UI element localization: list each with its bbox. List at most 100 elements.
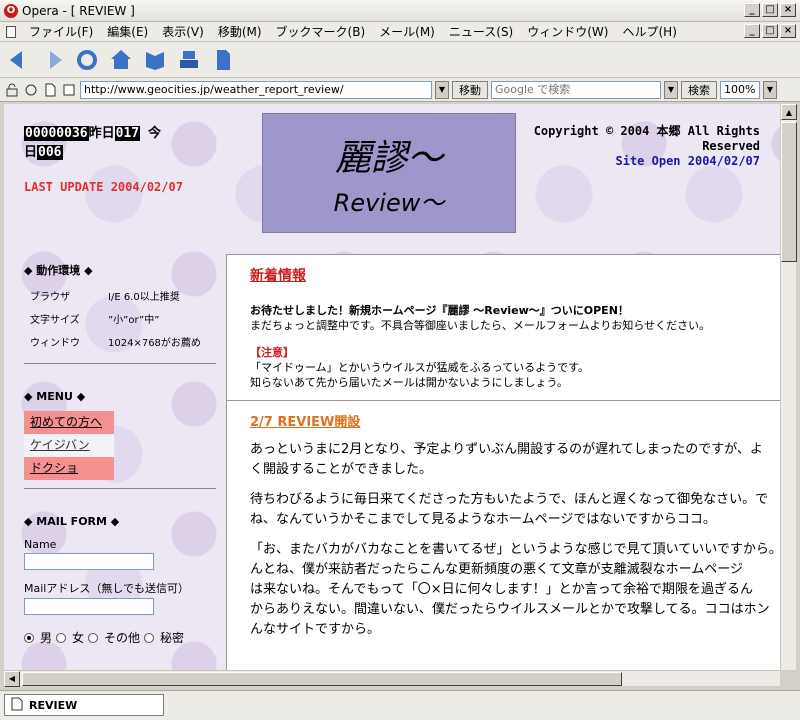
menu-link-reading[interactable]: ドクショ [24,457,114,480]
scroll-thumb[interactable] [781,122,797,262]
menu-link-beginners[interactable]: 初めての方へ [24,411,114,434]
address-toolbar: ▼ 移動 ▼ 検索 ▼ [0,78,800,102]
divider [24,363,216,364]
env-key: ブラウザ [30,292,70,303]
title-bar: O Opera - [ REVIEW ] _ □ × [0,0,800,22]
caution-line: 知らないあて先から届いたメールは開かないようにしましょう。 [250,376,568,389]
radio-label: 男 [40,631,53,645]
print-icon[interactable] [176,47,202,73]
menu-view[interactable]: 表示(V) [155,23,211,40]
counter-today-label-b: 日 [24,145,38,160]
radio-label: 女 [72,631,85,645]
sidebar: ◆ 動作環境 ◆ ブラウザ I/E 6.0以上推奨 文字サイズ ”小”or”中”… [24,262,216,646]
menu-bookmarks[interactable]: ブックマーク(B) [269,23,373,40]
scroll-up-icon[interactable]: ▲ [781,104,797,120]
env-value: ”小”or”中” [108,315,160,326]
menu-help[interactable]: ヘルプ(H) [615,23,683,40]
page-tab-icon [11,697,23,714]
env-row: ウィンドウ 1024×768がお薦め [24,332,216,355]
name-field[interactable] [24,553,154,570]
radio-other[interactable] [88,632,99,643]
env-key: ウィンドウ [30,338,80,349]
tab-bar: REVIEW [0,690,800,720]
blog-paragraph: あっというまに2月となり、予定よりずいぶん開設するのが遅れてしまったのですが、よ… [250,442,763,477]
page-viewport: 00000036昨日017 今日006 LAST UPDATE 2004/02/… [4,104,780,670]
horizontal-scrollbar[interactable]: ◀ [4,670,780,687]
caution-title: 【注意】 [250,346,294,359]
last-update: LAST UPDATE 2004/02/07 [24,180,183,194]
env-key: 文字サイズ [30,315,80,326]
menu-window[interactable]: ウィンドウ(W) [520,23,615,40]
go-button[interactable]: 移動 [452,80,488,99]
maximize-button[interactable]: □ [762,3,778,17]
hotlist-icon[interactable] [142,47,168,73]
env-value: I/E 6.0以上推奨 [108,292,180,303]
minimize-button[interactable]: _ [744,3,760,17]
mail-form-heading: ◆ MAIL FORM ◆ [24,515,120,528]
menu-file[interactable]: ファイル(F) [22,23,100,40]
blog-title[interactable]: 2/7 REVIEW開設 [250,411,360,430]
copyright: Copyright © 2004 本郷 All Rights Reserved … [520,124,760,169]
doc-close-button[interactable]: × [780,24,796,38]
menu-bar: ファイル(F) 編集(E) 表示(V) 移動(M) ブックマーク(B) メール(… [0,22,800,42]
document-icon [6,25,16,38]
radio-label: その他 [104,631,141,645]
security-icon[interactable] [4,82,20,98]
env-value: 1024×768がお薦め [108,338,201,349]
tab-review[interactable]: REVIEW [4,694,164,716]
page-icon[interactable] [210,47,236,73]
site-open-date: Site Open 2004/02/07 [615,154,761,168]
search-input[interactable] [491,80,661,99]
main-content: 新着情報 お待たせしました！新規ホームページ『麗謬 ～Review～』ついにOP… [226,254,780,670]
menu-news[interactable]: ニュース(S) [442,23,520,40]
env-heading: ◆ 動作環境 ◆ [24,264,93,277]
counter-yesterday: 017 [114,126,141,141]
counter-total: 00000036 [24,126,89,141]
caution-line: 「マイドゥーム」とかいうウイルスが猛威をふるっているようです。 [250,361,590,374]
radio-secret[interactable] [144,632,155,643]
news-section: 新着情報 お待たせしました！新規ホームページ『麗謬 ～Review～』ついにOP… [227,255,780,401]
menu-heading: ◆ MENU ◆ [24,390,86,403]
scroll-left-icon[interactable]: ◀ [4,670,20,687]
window-title: Opera - [ REVIEW ] [22,3,135,18]
vertical-scrollbar[interactable]: ▲ [780,104,797,670]
doc-minimize-button[interactable]: _ [744,24,760,38]
counter-yesterday-label: 昨日 [88,126,115,141]
address-input[interactable] [80,80,432,99]
reload-icon[interactable] [74,47,100,73]
site-logo: 麗謬～ Review～ [262,113,516,233]
news-title[interactable]: 新着情報 [250,265,306,285]
logo-subtitle: Review～ [333,188,445,217]
zoom-dropdown-icon[interactable]: ▼ [763,80,777,99]
back-icon[interactable] [6,47,32,73]
opera-logo-icon: O [4,3,18,18]
radio-female[interactable] [56,632,67,643]
close-button[interactable]: × [780,3,796,17]
zoom-select[interactable] [720,80,760,99]
email-field[interactable] [24,598,154,615]
copyright-text: Copyright © 2004 本郷 All Rights Reserved [533,124,760,153]
doc-restore-button[interactable]: □ [762,24,778,38]
search-dropdown-icon[interactable]: ▼ [664,80,678,99]
counter-today-label-a: 今 [147,126,161,141]
scroll-thumb-horizontal[interactable] [22,671,622,686]
menu-mail[interactable]: メール(M) [372,23,442,40]
forward-icon[interactable] [40,47,66,73]
news-headline: お待たせしました！新規ホームページ『麗謬 ～Review～』ついにOPEN！ [250,304,629,317]
page-info-icon[interactable] [42,82,58,98]
home-icon[interactable] [108,47,134,73]
cookie-icon[interactable] [23,82,39,98]
access-counter: 00000036昨日017 今日006 [24,124,234,162]
blog-paragraph: 待ちわびるように毎日来てくださった方もいたようで、ほんと遅くなって御免なさい。で… [250,492,769,527]
menu-navigate[interactable]: 移動(M) [211,23,269,40]
radio-male[interactable] [24,632,34,643]
search-button[interactable]: 検索 [681,80,717,99]
blog-section: 2/7 REVIEW開設 あっというまに2月となり、予定よりずいぶん開設するのが… [227,401,780,650]
menu-edit[interactable]: 編集(E) [100,23,155,40]
menu-link-bbs[interactable]: ケイジバン [24,434,114,457]
history-icon[interactable] [61,82,77,98]
gender-radio-group: 男 女 その他 秘密 [24,629,216,646]
counter-today: 006 [37,145,63,160]
blog-paragraph: 「お、またバカがバカなことを書いてるぜ」というような感じで見て頂いていいですから… [250,542,780,637]
address-dropdown-icon[interactable]: ▼ [435,80,449,99]
